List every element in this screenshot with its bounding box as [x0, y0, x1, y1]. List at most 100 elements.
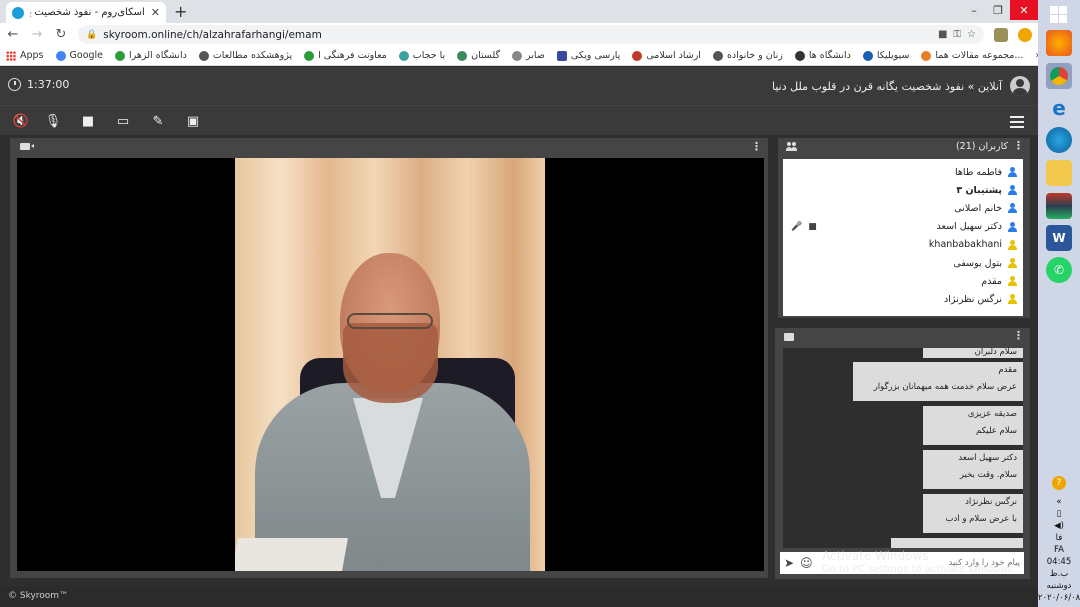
bookmark-golestan[interactable]: گلستان: [457, 50, 500, 61]
bookmark-google[interactable]: Google: [55, 50, 103, 61]
screen-share-icon[interactable]: ▭: [115, 113, 131, 129]
video-panel-menu-icon[interactable]: ⋮: [751, 140, 762, 153]
bookmarks-bar: Apps Google دانشگاه الزهرا پژوهشکده مطال…: [0, 46, 1038, 66]
word-icon[interactable]: W: [1046, 225, 1072, 251]
extension-icon[interactable]: [994, 27, 1008, 42]
input-language-code[interactable]: FA: [1038, 544, 1080, 556]
user-icon: [1008, 167, 1017, 178]
omnibox[interactable]: 🔒 skyroom.online/ch/alzahrafarhangi/emam…: [78, 25, 984, 44]
tray-expand-icon[interactable]: «: [1038, 496, 1080, 508]
user-row[interactable]: نرگس نظرنژاد: [789, 290, 1017, 308]
star-icon[interactable]: ☆: [967, 29, 976, 40]
users-panel-menu-icon[interactable]: ⋮: [1013, 139, 1024, 152]
internet-explorer-icon[interactable]: e: [1046, 95, 1072, 121]
user-icon: [1008, 185, 1017, 196]
video-camera-icon[interactable]: ■: [80, 113, 96, 129]
users-title: کاربران (21): [955, 141, 1008, 152]
maximize-button[interactable]: ❐: [986, 0, 1010, 20]
chat-panel-header: ⋮: [775, 328, 1030, 345]
user-row[interactable]: پشتیبان ۳: [789, 181, 1017, 199]
whatsapp-icon[interactable]: ✆: [1046, 257, 1072, 283]
chat-message: صدیقه عزیزی سلام علیکم: [923, 406, 1023, 445]
bookmark-saber[interactable]: صابر: [512, 50, 545, 61]
browser-tab[interactable]: اسکای‌روم - نفوذ شخصیت یگانه قر ✕: [6, 2, 166, 23]
windows-start-icon[interactable]: [1050, 6, 1067, 23]
bookmark-hijab[interactable]: با حجاب: [398, 50, 445, 61]
users-panel-header: کاربران (21) ⋮: [778, 138, 1030, 155]
main-area: ⋮ کاربران (21) ⋮ فاطمه طاها پشتیبان ۳ خا…: [0, 135, 1038, 586]
close-window-button[interactable]: ✕: [1010, 0, 1038, 20]
minimize-button[interactable]: –: [962, 0, 986, 20]
speaker-muted-icon[interactable]: 🔇: [13, 113, 29, 129]
bookmark-universities[interactable]: دانشگاه ها: [794, 50, 851, 61]
key-icon[interactable]: ⚿: [953, 29, 961, 40]
user-row[interactable]: خانم اصلانی: [789, 199, 1017, 217]
tray-date: ۲۰۲۰/۰۶/۰۸: [1038, 593, 1080, 603]
user-media-state: 🎤 ■: [791, 222, 817, 232]
video-stream[interactable]: [17, 158, 764, 571]
tab-title: اسکای‌روم - نفوذ شخصیت یگانه قر: [30, 7, 145, 18]
user-row[interactable]: فاطمه طاها: [789, 163, 1017, 181]
winrar-icon[interactable]: [1046, 193, 1072, 219]
chat-message: [891, 538, 1023, 548]
user-icon: [1008, 276, 1017, 287]
room-title: آنلاین » نفوذ شخصیت یگانه قرن در قلوب مل…: [772, 79, 1002, 93]
hamburger-menu-icon[interactable]: [1010, 116, 1024, 131]
bookmark-parsi-wiki[interactable]: پارسی ویکی: [556, 50, 620, 61]
globe-icon: [712, 50, 723, 61]
user-row[interactable]: مقدم: [789, 272, 1017, 290]
bookmark-women-family[interactable]: زنان و خانواده: [712, 50, 783, 61]
chrome-icon[interactable]: [1046, 63, 1072, 89]
users-panel: کاربران (21) ⋮ فاطمه طاها پشتیبان ۳ خانم…: [778, 138, 1030, 318]
bookmark-icon: [862, 50, 873, 61]
bookmark-ershad[interactable]: ارشاد اسلامی: [632, 50, 701, 61]
url-text[interactable]: skyroom.online/ch/alzahrafarhangi/emam: [103, 29, 932, 41]
network-icon[interactable]: ▯: [1038, 508, 1080, 520]
bookmark-civilica[interactable]: سیویلیکا: [862, 50, 909, 61]
volume-icon[interactable]: ◀): [1038, 520, 1080, 532]
tray-time[interactable]: 04:45 ب.ظ: [1038, 556, 1080, 580]
user-icon: [1008, 221, 1017, 232]
user-row[interactable]: بتول یوسفی: [789, 254, 1017, 272]
user-avatar-icon[interactable]: [1010, 76, 1030, 96]
bookmark-icon: [512, 50, 523, 61]
help-icon[interactable]: ?: [1052, 476, 1066, 490]
chat-panel: ⋮ سلام دلبران مقدم عرض سلام خدمت همه میه…: [775, 328, 1030, 579]
close-tab-icon[interactable]: ✕: [151, 6, 160, 19]
app-icon[interactable]: [1046, 127, 1072, 153]
emoji-icon[interactable]: ☺: [800, 556, 813, 570]
chat-message: دکتر سهیل اسعد سلام. وقت بخیر: [923, 450, 1023, 489]
chat-icon: [784, 333, 794, 341]
chat-messages[interactable]: سلام دلبران مقدم عرض سلام خدمت همه میهما…: [783, 348, 1023, 548]
user-row[interactable]: 🎤 ■ دکتر سهیل اسعد: [789, 218, 1017, 236]
user-row[interactable]: khanbabakhani: [789, 236, 1017, 254]
user-icon: [1008, 203, 1017, 214]
chat-input[interactable]: [818, 558, 1020, 568]
bookmark-articles[interactable]: مجموعه مقالات هما...: [921, 50, 1023, 61]
chat-panel-menu-icon[interactable]: ⋮: [1013, 329, 1024, 342]
bookmark-alzahra[interactable]: دانشگاه الزهرا: [115, 50, 187, 61]
toolbar: 🔇 🎙 ■ ▭ ✎ ▣: [0, 105, 1038, 135]
profile-alert-icon[interactable]: [1018, 27, 1032, 42]
mic-muted-icon[interactable]: 🎙: [45, 113, 62, 129]
camera-blocked-icon[interactable]: ■: [938, 29, 947, 40]
address-bar: ← → ↻ 🔒 skyroom.online/ch/alzahrafarhang…: [0, 23, 1038, 46]
new-tab-button[interactable]: +: [174, 2, 187, 21]
send-arrow-icon[interactable]: ➤: [784, 556, 794, 570]
back-arrow-icon[interactable]: ←: [6, 27, 20, 42]
input-language[interactable]: فا: [1038, 532, 1080, 544]
bookmark-research[interactable]: پژوهشکده مطالعات: [198, 50, 292, 61]
whiteboard-brush-icon[interactable]: ✎: [150, 113, 166, 129]
firefox-icon[interactable]: [1046, 30, 1072, 56]
bookmark-icon: [794, 50, 805, 61]
globe-icon: [198, 50, 209, 61]
reload-icon[interactable]: ↻: [54, 27, 68, 42]
bookmark-apps[interactable]: Apps: [6, 50, 44, 61]
bookmark-icon: [457, 50, 468, 61]
presentation-icon[interactable]: ▣: [185, 113, 201, 129]
bookmark-cultural[interactable]: معاونت فرهنگی ا: [304, 50, 387, 61]
bookmark-icon: [304, 50, 315, 61]
file-explorer-icon[interactable]: [1046, 160, 1072, 186]
forward-arrow-icon[interactable]: →: [30, 27, 44, 42]
session-timer: 1:37:00: [8, 78, 69, 91]
